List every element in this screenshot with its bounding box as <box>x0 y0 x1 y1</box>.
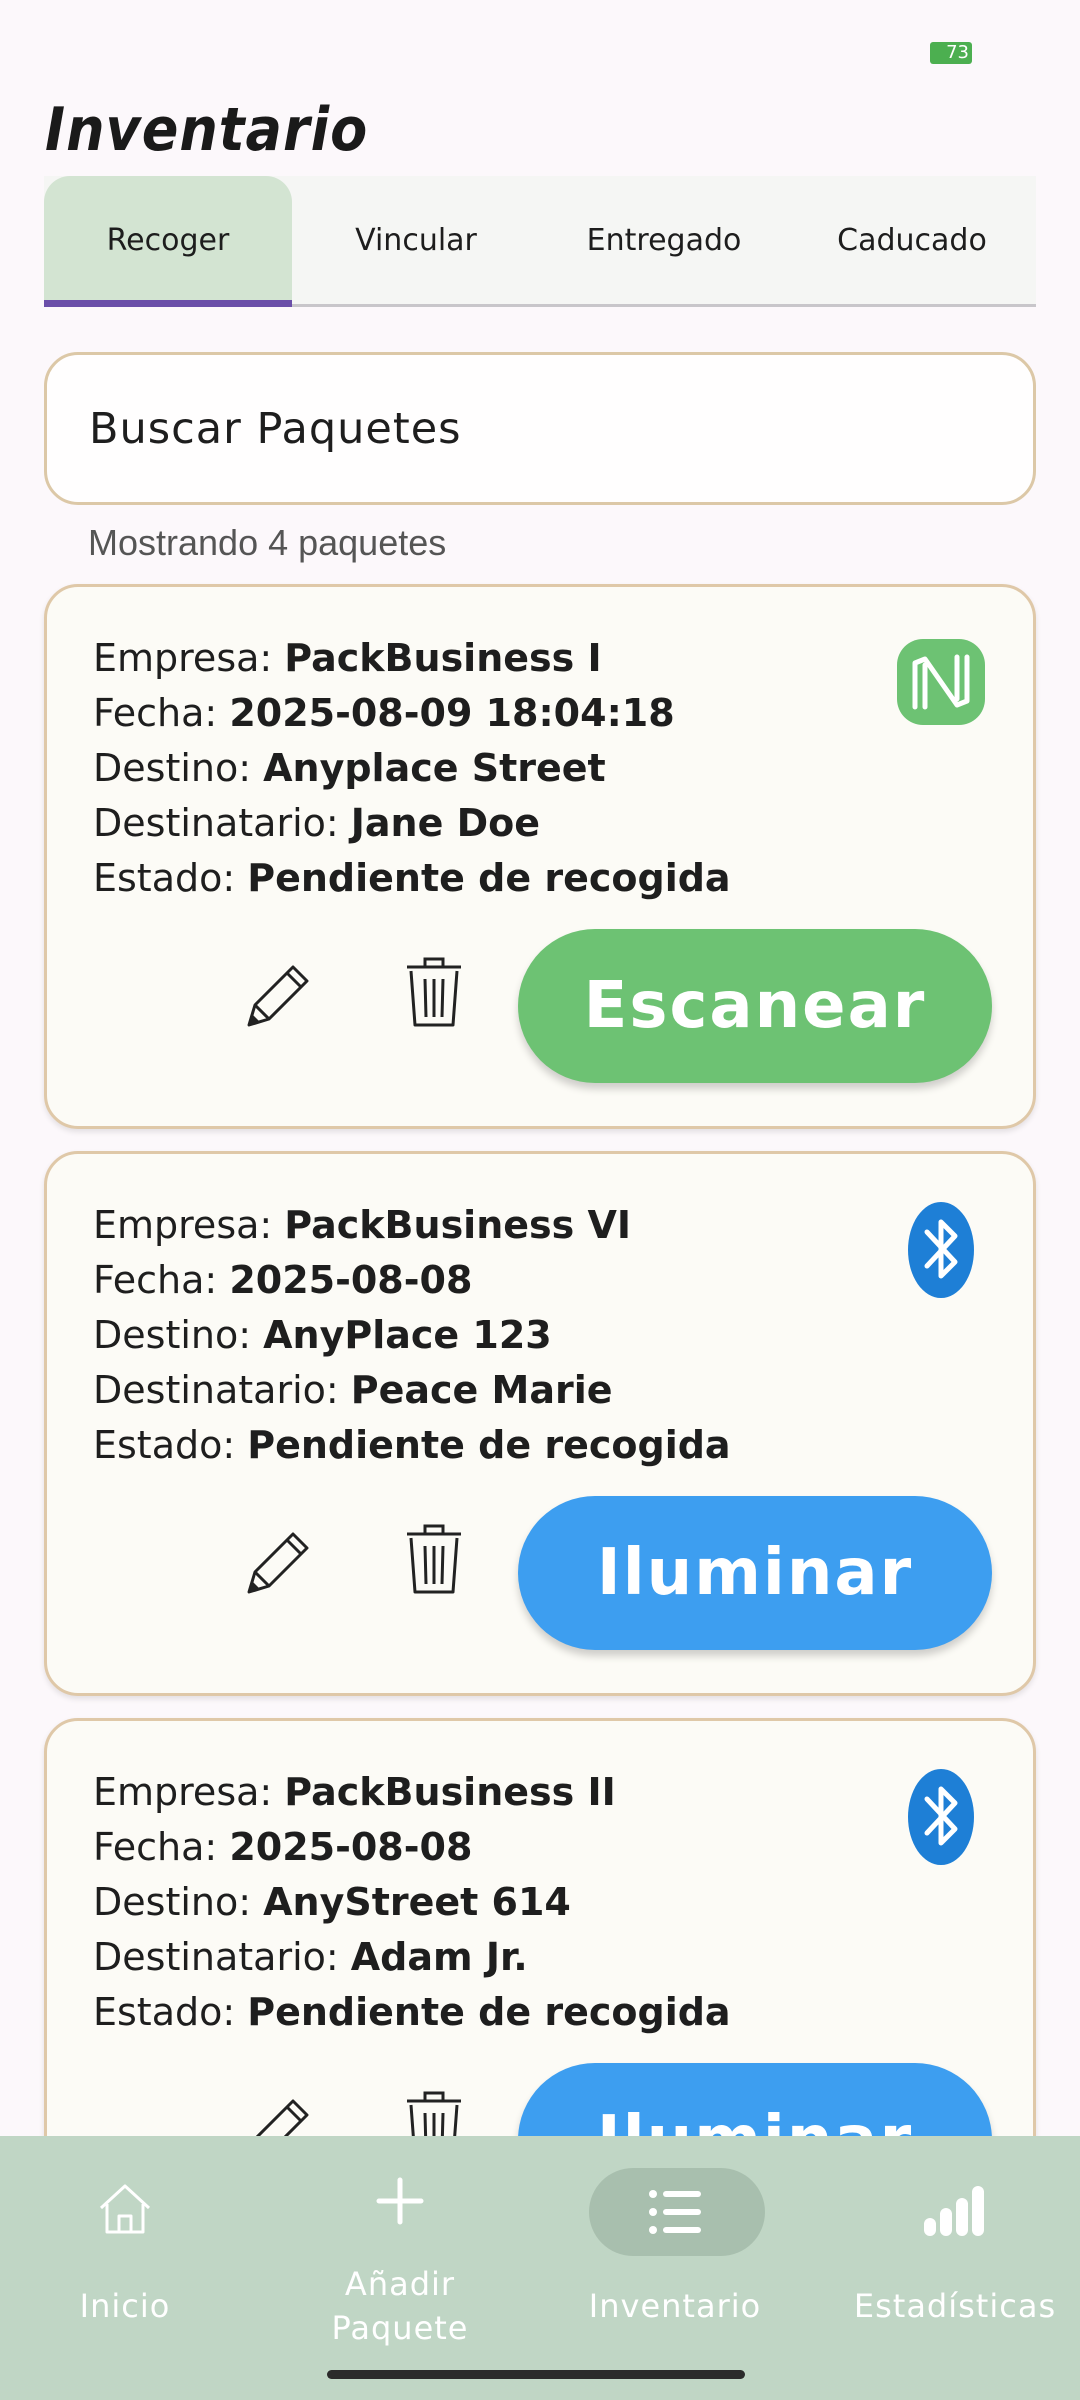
company-line: Empresa: PackBusiness VI <box>93 1203 632 1247</box>
package-card: Empresa: PackBusiness I Fecha: 2025-08-0… <box>44 584 1036 1129</box>
nav-label: Inicio <box>79 2287 171 2325</box>
status-value: Pendiente de recogida <box>247 1423 731 1467</box>
date-value: 2025-08-08 <box>229 1825 473 1869</box>
home-icon <box>99 2184 151 2234</box>
plus-icon <box>376 2177 424 2225</box>
destination-value: AnyStreet 614 <box>263 1880 571 1924</box>
recipient-line: Destinatario: Adam Jr. <box>93 1935 528 1979</box>
nav-label: Inventario <box>588 2287 762 2325</box>
date-value: 2025-08-08 <box>229 1258 473 1302</box>
status-value: Pendiente de recogida <box>247 1990 731 2034</box>
tab-label: Vincular <box>355 222 477 258</box>
status-bar: 73 <box>0 0 1080 100</box>
recipient-line: Destinatario: Jane Doe <box>93 801 541 845</box>
nav-item-estadisticas[interactable]: Estadísticas <box>830 2136 1080 2400</box>
edit-icon[interactable] <box>237 2089 317 2136</box>
status-line: Estado: Pendiente de recogida <box>93 856 731 900</box>
nav-label-line: Paquete <box>331 2309 469 2347</box>
list-icon <box>649 2190 701 2234</box>
results-count: Mostrando 4 paquetes <box>88 522 447 563</box>
destination-line: Destino: AnyStreet 614 <box>93 1880 571 1924</box>
package-list[interactable]: Empresa: PackBusiness I Fecha: 2025-08-0… <box>0 580 1080 2136</box>
tab-recoger[interactable]: Recoger <box>44 176 292 307</box>
trash-icon[interactable] <box>399 2085 469 2136</box>
edit-icon[interactable] <box>237 1522 317 1602</box>
search-placeholder: Buscar Paquetes <box>89 403 462 454</box>
date-line: Fecha: 2025-08-08 <box>93 1258 473 1302</box>
company-line: Empresa: PackBusiness I <box>93 636 602 680</box>
destination-line: Destino: AnyPlace 123 <box>93 1313 552 1357</box>
nav-item-inicio[interactable]: Inicio <box>0 2136 250 2400</box>
bluetooth-icon <box>908 1769 974 1865</box>
company-value: PackBusiness I <box>284 636 602 680</box>
search-input[interactable]: Buscar Paquetes <box>44 352 1036 505</box>
destination-line: Destino: Anyplace Street <box>93 746 606 790</box>
company-value: PackBusiness VI <box>284 1203 632 1247</box>
tab-vincular[interactable]: Vincular <box>292 176 540 304</box>
date-value: 2025-08-09 18:04:18 <box>229 691 675 735</box>
status-line: Estado: Pendiente de recogida <box>93 1423 731 1467</box>
scan-button[interactable]: Escanear <box>518 929 992 1083</box>
company-line: Empresa: PackBusiness II <box>93 1770 616 1814</box>
package-card: Empresa: PackBusiness II Fecha: 2025-08-… <box>44 1718 1036 2136</box>
trash-icon[interactable] <box>399 1518 469 1598</box>
status-line: Estado: Pendiente de recogida <box>93 1990 731 2034</box>
destination-value: AnyPlace 123 <box>263 1313 552 1357</box>
illuminate-button[interactable]: Iluminar <box>518 2063 992 2136</box>
bluetooth-icon <box>908 1202 974 1298</box>
tab-label: Recoger <box>106 222 230 258</box>
recipient-value: Adam Jr. <box>350 1935 528 1979</box>
bottom-nav: Inicio Añadir Paquete Inventario Estadís… <box>0 2136 1080 2400</box>
gesture-bar[interactable] <box>327 2370 745 2379</box>
tab-entregado[interactable]: Entregado <box>540 176 788 304</box>
nav-label-line: Añadir <box>344 2265 456 2303</box>
battery-indicator: 73 <box>930 42 972 64</box>
trash-icon[interactable] <box>399 951 469 1031</box>
destination-value: Anyplace Street <box>263 746 606 790</box>
date-line: Fecha: 2025-08-09 18:04:18 <box>93 691 675 735</box>
recipient-value: Peace Marie <box>350 1368 613 1412</box>
recipient-line: Destinatario: Peace Marie <box>93 1368 613 1412</box>
status-value: Pendiente de recogida <box>247 856 731 900</box>
package-card: Empresa: PackBusiness VI Fecha: 2025-08-… <box>44 1151 1036 1696</box>
nav-label: Estadísticas <box>853 2287 1057 2325</box>
recipient-value: Jane Doe <box>350 801 541 845</box>
tab-label: Caducado <box>837 222 987 258</box>
bar-chart-icon <box>924 2186 984 2236</box>
nav-item-inventario[interactable]: Inventario <box>560 2136 790 2400</box>
tab-caducado[interactable]: Caducado <box>788 176 1036 304</box>
nav-item-add-package[interactable]: Añadir Paquete <box>280 2136 520 2400</box>
tab-label: Entregado <box>586 222 742 258</box>
illuminate-button[interactable]: Iluminar <box>518 1496 992 1650</box>
illuminate-button-label: Iluminar <box>596 1536 914 1610</box>
illuminate-button-label: Iluminar <box>597 2103 913 2136</box>
nfc-icon <box>897 639 985 725</box>
page-title: Inventario <box>45 95 369 165</box>
date-line: Fecha: 2025-08-08 <box>93 1825 473 1869</box>
nav-label: Añadir Paquete <box>280 2262 520 2350</box>
tab-bar: Recoger Vincular Entregado Caducado <box>44 176 1036 307</box>
edit-icon[interactable] <box>237 955 317 1035</box>
scan-button-label: Escanear <box>583 969 927 1043</box>
company-value: PackBusiness II <box>284 1770 616 1814</box>
